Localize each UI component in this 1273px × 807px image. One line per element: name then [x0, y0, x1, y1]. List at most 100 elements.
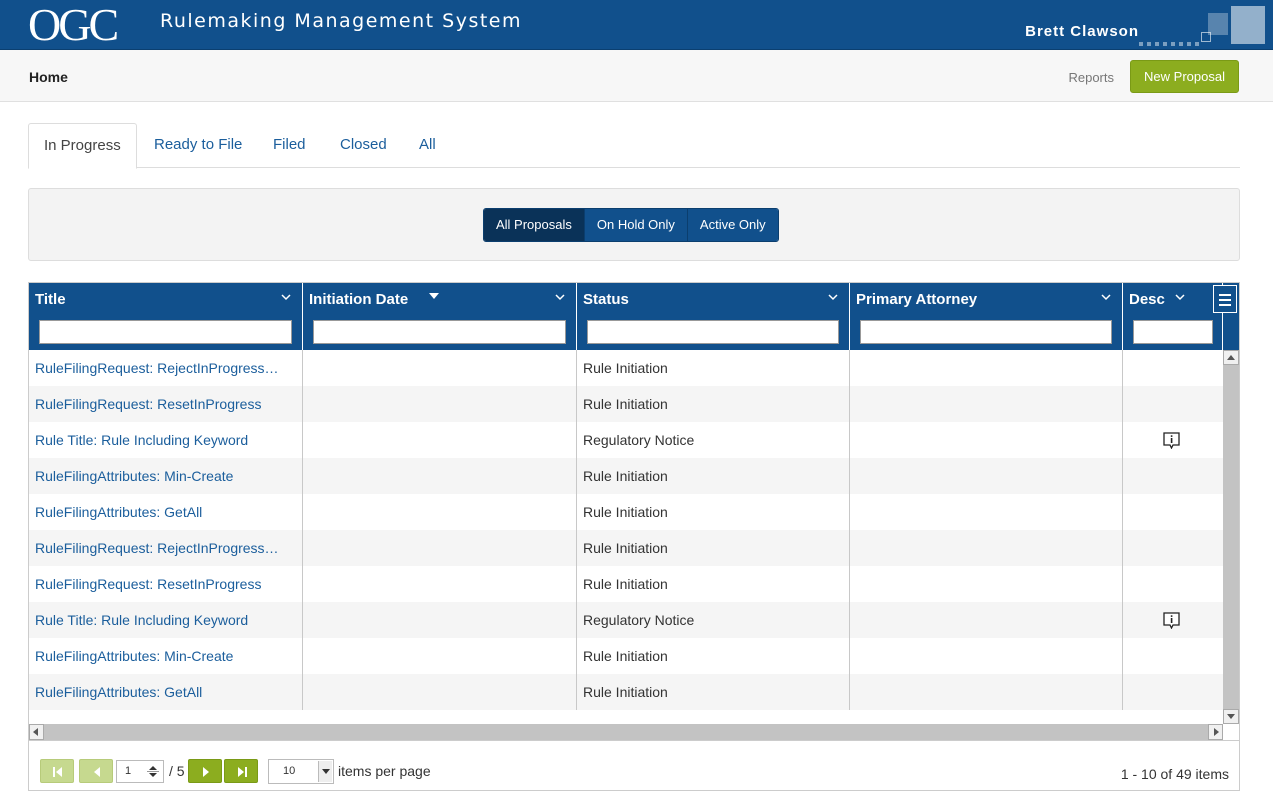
previous-page-button[interactable]	[79, 759, 113, 783]
chevron-down-icon[interactable]	[554, 291, 566, 303]
tab-all[interactable]: All	[404, 123, 451, 168]
title-cell[interactable]: RuleFilingRequest: RejectInProgress…	[29, 350, 303, 386]
primary-attorney-cell	[850, 350, 1123, 386]
vertical-scrollbar[interactable]	[1223, 350, 1239, 724]
header-decoration-square	[1231, 6, 1265, 44]
last-page-button[interactable]	[224, 759, 258, 783]
page-number-input[interactable]: 1	[116, 760, 164, 783]
status-cell: Rule Initiation	[577, 530, 850, 566]
status-cell: Rule Initiation	[577, 350, 850, 386]
primary-attorney-cell	[850, 674, 1123, 710]
initiation-date-cell	[303, 638, 577, 674]
tab-ready-to-file[interactable]: Ready to File	[139, 123, 257, 168]
desc-cell	[1123, 386, 1223, 422]
table-row[interactable]: RuleFilingAttributes: GetAll Rule Initiat…	[29, 494, 1223, 530]
filter-all-proposals-button[interactable]: All Proposals	[484, 209, 585, 241]
initiation-date-cell	[303, 422, 577, 458]
primary-attorney-cell	[850, 530, 1123, 566]
page-spinner-icon[interactable]	[146, 763, 160, 780]
column-header-initiation-date[interactable]: Initiation Date	[303, 283, 577, 350]
scroll-up-icon[interactable]	[1223, 350, 1239, 365]
chevron-down-icon[interactable]	[1174, 291, 1186, 303]
previous-page-icon	[94, 767, 100, 777]
filter-active-only-button[interactable]: Active Only	[687, 209, 778, 241]
table-row[interactable]: RuleFilingRequest: RejectInProgress… Rule…	[29, 530, 1223, 566]
ogc-logo[interactable]: OGC	[28, 2, 119, 48]
grid-pager: 1 / 5 10 items per page 1 - 10 of 49 ite…	[28, 741, 1240, 791]
page-size-select[interactable]: 10	[268, 759, 334, 784]
table-row[interactable]: RuleFilingRequest: ResetInProgress Rule I…	[29, 386, 1223, 422]
tab-filed[interactable]: Filed	[258, 123, 321, 168]
filter-panel: All Proposals On Hold Only Active Only	[28, 188, 1240, 261]
status-cell: Regulatory Notice	[577, 422, 850, 458]
title-cell[interactable]: RuleFilingAttributes: GetAll	[29, 494, 303, 530]
tab-closed[interactable]: Closed	[325, 123, 402, 168]
first-page-icon	[53, 767, 62, 777]
title-cell[interactable]: RuleFilingAttributes: GetAll	[29, 674, 303, 710]
table-row[interactable]: RuleFilingRequest: RejectInProgress… Rule…	[29, 350, 1223, 386]
column-header-primary-attorney[interactable]: Primary Attorney	[850, 283, 1123, 350]
chevron-down-icon[interactable]	[1100, 291, 1112, 303]
proposal-filter-group: All Proposals On Hold Only Active Only	[483, 208, 779, 242]
first-page-button[interactable]	[40, 759, 74, 783]
table-row[interactable]: Rule Title: Rule Including Keyword Regula…	[29, 422, 1223, 458]
header-decoration-square	[1208, 13, 1228, 35]
title-cell[interactable]: RuleFilingAttributes: Min-Create	[29, 458, 303, 494]
primary-attorney-cell	[850, 638, 1123, 674]
primary-attorney-cell	[850, 386, 1123, 422]
title-filter-input[interactable]	[39, 320, 292, 344]
initiation-date-filter-input[interactable]	[313, 320, 566, 344]
primary-attorney-filter-input[interactable]	[860, 320, 1112, 344]
column-title-label: Title	[35, 291, 66, 308]
title-cell[interactable]: RuleFilingRequest: ResetInProgress	[29, 566, 303, 602]
new-proposal-button[interactable]: New Proposal	[1130, 60, 1239, 93]
table-row[interactable]: RuleFilingAttributes: Min-Create Rule Ini…	[29, 458, 1223, 494]
tab-in-progress[interactable]: In Progress	[28, 123, 137, 169]
column-header-desc[interactable]: Desc	[1123, 283, 1223, 350]
title-cell[interactable]: Rule Title: Rule Including Keyword	[29, 602, 303, 638]
title-cell[interactable]: RuleFilingRequest: RejectInProgress…	[29, 530, 303, 566]
chevron-down-icon[interactable]	[280, 291, 292, 303]
table-row[interactable]: RuleFilingAttributes: Min-Create Rule Ini…	[29, 638, 1223, 674]
title-cell[interactable]: Rule Title: Rule Including Keyword	[29, 422, 303, 458]
scroll-right-icon[interactable]	[1208, 724, 1223, 740]
table-row[interactable]: RuleFilingRequest: ResetInProgress Rule I…	[29, 566, 1223, 602]
sub-header: Home Reports New Proposal	[0, 50, 1273, 102]
column-header-status[interactable]: Status	[577, 283, 850, 350]
initiation-date-cell	[303, 674, 577, 710]
filter-on-hold-only-button[interactable]: On Hold Only	[584, 209, 688, 241]
table-row[interactable]: RuleFilingAttributes: GetAll Rule Initiat…	[29, 674, 1223, 710]
desc-cell	[1123, 494, 1223, 530]
column-header-title[interactable]: Title	[29, 283, 303, 350]
table-row[interactable]: Rule Title: Rule Including Keyword Regula…	[29, 602, 1223, 638]
item-range-text: 1 - 10 of 49 items	[1120, 766, 1229, 782]
current-page-value: 1	[125, 765, 132, 777]
desc-filter-input[interactable]	[1133, 320, 1213, 344]
title-cell[interactable]: RuleFilingRequest: ResetInProgress	[29, 386, 303, 422]
column-primary-attorney-label: Primary Attorney	[856, 291, 978, 308]
reports-link[interactable]: Reports	[1068, 70, 1114, 85]
user-name[interactable]: Brett Clawson	[1025, 23, 1139, 40]
scroll-left-icon[interactable]	[29, 724, 44, 740]
initiation-date-cell	[303, 350, 577, 386]
info-description-icon[interactable]	[1163, 432, 1180, 449]
status-cell: Rule Initiation	[577, 638, 850, 674]
proposals-grid: Title Initiation Date Status Primary Att…	[28, 282, 1240, 741]
column-initiation-date-label: Initiation Date	[309, 291, 409, 308]
status-filter-input[interactable]	[587, 320, 839, 344]
desc-cell	[1123, 674, 1223, 710]
header-decoration-dots	[1139, 33, 1205, 46]
chevron-down-icon[interactable]	[318, 761, 332, 782]
next-page-button[interactable]	[188, 759, 222, 783]
title-cell[interactable]: RuleFilingAttributes: Min-Create	[29, 638, 303, 674]
items-per-page-label: items per page	[338, 763, 431, 779]
initiation-date-cell	[303, 566, 577, 602]
initiation-date-cell	[303, 494, 577, 530]
scroll-down-icon[interactable]	[1223, 709, 1239, 724]
home-link[interactable]: Home	[29, 69, 68, 85]
chevron-down-icon[interactable]	[827, 291, 839, 303]
sort-descending-icon	[429, 293, 439, 299]
column-menu-button[interactable]	[1213, 285, 1237, 313]
info-description-icon[interactable]	[1163, 612, 1180, 629]
horizontal-scrollbar[interactable]	[29, 724, 1223, 740]
